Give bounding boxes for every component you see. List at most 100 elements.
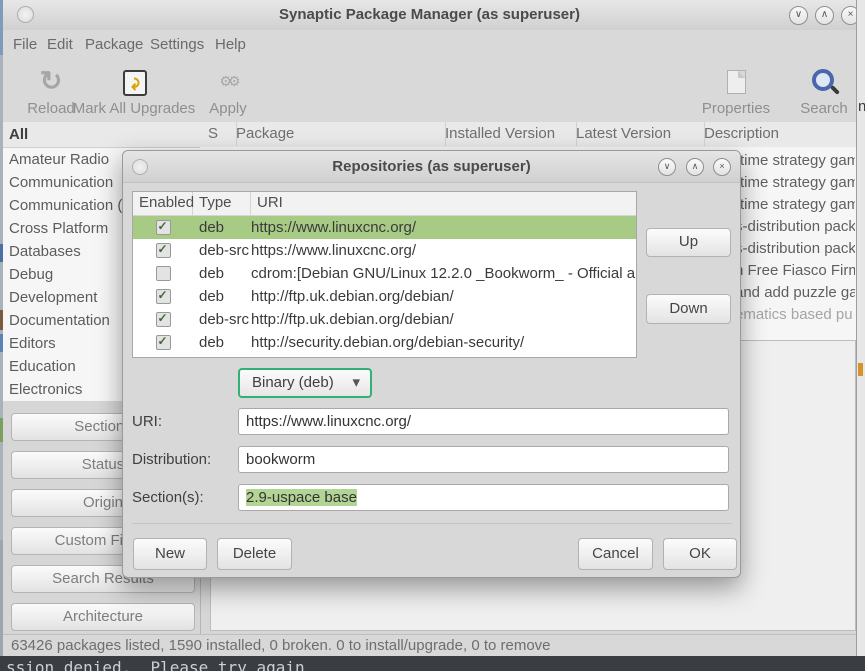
package-list-visible-rows: -time strategy gam -time strategy gam -t…	[735, 150, 855, 326]
ok-button[interactable]: OK	[663, 538, 737, 570]
enabled-checkbox[interactable]	[156, 243, 171, 258]
menu-package[interactable]: Package	[85, 36, 143, 53]
apply-gears-icon: ⚙⚙	[219, 73, 236, 89]
enabled-checkbox[interactable]	[156, 220, 171, 235]
enabled-checkbox[interactable]	[156, 335, 171, 350]
repo-type: deb	[193, 288, 251, 305]
delete-button[interactable]: Delete	[217, 538, 292, 570]
sections-field[interactable]: 2.9-uspace base	[238, 484, 729, 511]
repo-type: deb-src	[193, 242, 251, 259]
table-row[interactable]: deb https://www.linuxcnc.org/	[133, 216, 636, 239]
cancel-button[interactable]: Cancel	[578, 538, 653, 570]
section-item-all[interactable]: All	[3, 122, 200, 148]
menu-settings[interactable]: Settings	[150, 36, 204, 53]
repo-type: deb	[193, 219, 251, 236]
repo-type: deb	[193, 334, 251, 351]
package-table-header: S Package Installed Version Latest Versi…	[200, 122, 856, 148]
table-row[interactable]: deb cdrom:[Debian GNU/Linux 12.2.0 _Book…	[133, 262, 636, 285]
apply-label: Apply	[201, 100, 255, 117]
menu-help[interactable]: Help	[215, 36, 246, 53]
list-item[interactable]: s-distribution pack	[735, 238, 855, 260]
uri-field[interactable]: https://www.linuxcnc.org/	[238, 408, 729, 435]
column-header-description[interactable]: Description	[696, 122, 856, 146]
repo-uri: https://www.linuxcnc.org/	[251, 219, 636, 236]
column-header-uri[interactable]: URI	[251, 192, 636, 215]
dialog-maximize-button[interactable]: ∧	[686, 158, 704, 176]
table-row[interactable]: deb-src https://www.linuxcnc.org/	[133, 239, 636, 262]
properties-document-icon	[727, 70, 746, 94]
dialog-minimize-button[interactable]: ∨	[658, 158, 676, 176]
titlebar[interactable]: Synaptic Package Manager (as superuser) …	[3, 0, 856, 31]
close-icon: ×	[719, 161, 724, 171]
architecture-filter-button[interactable]: Architecture	[11, 603, 195, 631]
menubar: File Edit Package Settings Help	[3, 30, 856, 60]
distribution-field[interactable]: bookworm	[238, 446, 729, 473]
background-terminal-strip: ssion denied. Please try again	[0, 656, 865, 671]
repo-type-select-value: Binary (deb)	[240, 374, 334, 391]
enabled-checkbox[interactable]	[156, 289, 171, 304]
column-header-enabled[interactable]: Enabled	[133, 192, 193, 215]
dialog-separator	[132, 523, 732, 524]
chevron-up-icon: ∧	[692, 161, 699, 171]
reload-icon: ↻	[40, 66, 63, 96]
repo-uri: cdrom:[Debian GNU/Linux 12.2.0 _Bookworm…	[251, 265, 636, 282]
window-title: Synaptic Package Manager (as superuser)	[3, 6, 856, 23]
repo-uri: http://ftp.uk.debian.org/debian/	[251, 311, 636, 328]
list-item[interactable]: -time strategy gam	[735, 150, 855, 172]
window-maximize-button[interactable]: ∧	[815, 6, 834, 25]
close-icon: ×	[848, 9, 854, 20]
repositories-table: Enabled Type URI deb https://www.linuxcn…	[132, 191, 637, 358]
toolbar: ↻ Reload Mark All Upgrades ⚙⚙ Apply Prop…	[3, 60, 856, 122]
enabled-checkbox[interactable]	[156, 266, 171, 281]
mark-all-upgrades-label: Mark All Upgrades	[69, 100, 199, 117]
status-text: 63426 packages listed, 1590 installed, 0…	[11, 637, 551, 654]
chevron-down-icon: ▾	[352, 370, 360, 396]
uri-value: https://www.linuxcnc.org/	[246, 413, 411, 430]
window-close-button[interactable]: ×	[841, 6, 856, 25]
mark-all-upgrades-button[interactable]: Mark All Upgrades	[69, 64, 199, 117]
dialog-title: Repositories (as superuser)	[123, 158, 740, 175]
table-row[interactable]: deb http://security.debian.org/debian-se…	[133, 331, 636, 354]
screen: n Synaptic Package Manager (as superuser…	[0, 0, 865, 671]
column-header-installed-version[interactable]: Installed Version	[437, 122, 577, 146]
repo-uri: http://security.debian.org/debian-securi…	[251, 334, 636, 351]
menu-edit[interactable]: Edit	[47, 36, 73, 53]
background-window-right-sliver: n	[856, 0, 865, 671]
list-item[interactable]: ematics based pu	[735, 304, 855, 326]
table-row[interactable]: deb-src http://ftp.uk.debian.org/debian/	[133, 308, 636, 331]
properties-button[interactable]: Properties	[696, 64, 776, 117]
down-button[interactable]: Down	[646, 294, 731, 324]
properties-label: Properties	[696, 100, 776, 117]
column-header-package[interactable]: Package	[228, 122, 446, 146]
mark-all-upgrades-icon	[123, 70, 147, 96]
repo-uri: http://ftp.uk.debian.org/debian/	[251, 288, 636, 305]
up-button[interactable]: Up	[646, 228, 731, 257]
list-item[interactable]: -time strategy gam	[735, 194, 855, 216]
chevron-up-icon: ∧	[821, 9, 828, 20]
list-item[interactable]: and add puzzle ga	[735, 282, 855, 304]
chevron-down-icon: ∨	[664, 161, 671, 171]
list-item[interactable]: n Free Fiasco Firmw	[735, 260, 855, 282]
apply-button[interactable]: ⚙⚙ Apply	[201, 64, 255, 117]
sections-label: Section(s):	[132, 484, 204, 511]
dialog-titlebar[interactable]: Repositories (as superuser) ∨ ∧ ×	[123, 151, 740, 183]
table-row[interactable]: deb http://ftp.uk.debian.org/debian/	[133, 285, 636, 308]
menu-file[interactable]: File	[13, 36, 37, 53]
distribution-value: bookworm	[246, 451, 315, 468]
window-minimize-button[interactable]: ∨	[789, 6, 808, 25]
repositories-table-header: Enabled Type URI	[133, 192, 636, 216]
distribution-label: Distribution:	[132, 446, 211, 473]
background-edge-text: n	[858, 98, 865, 115]
column-header-type[interactable]: Type	[193, 192, 251, 215]
list-item[interactable]: -time strategy gam	[735, 172, 855, 194]
search-icon	[812, 69, 834, 91]
search-button[interactable]: Search	[796, 64, 852, 117]
list-item[interactable]: s-distribution pack	[735, 216, 855, 238]
repositories-dialog: Repositories (as superuser) ∨ ∧ × Enable…	[122, 150, 741, 578]
column-header-latest-version[interactable]: Latest Version	[568, 122, 705, 146]
repo-type-select[interactable]: Binary (deb) ▾	[238, 368, 372, 398]
dialog-close-button[interactable]: ×	[713, 158, 731, 176]
new-button[interactable]: New	[133, 538, 207, 570]
terminal-text: ssion denied. Please try again	[6, 658, 305, 671]
enabled-checkbox[interactable]	[156, 312, 171, 327]
